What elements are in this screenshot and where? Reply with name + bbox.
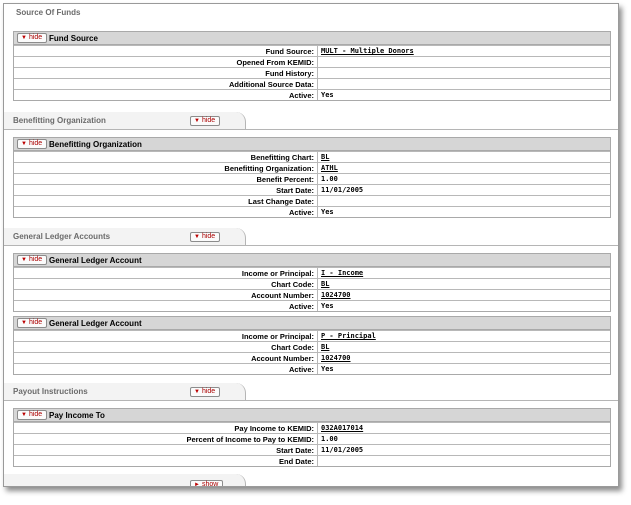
- general-ledger-accounts-tab: General Ledger Accounts ▼ hide: [4, 228, 618, 246]
- table-row: Chart Code: BL: [14, 278, 610, 290]
- table-row: Benefit Percent: 1.00: [14, 173, 610, 185]
- benefitting-organization-title: Benefitting Organization: [13, 116, 106, 125]
- income-principal-link[interactable]: P - Principal: [317, 330, 610, 342]
- benefitting-tab-hide-button[interactable]: ▼ hide: [190, 116, 221, 126]
- triangle-down-icon: ▼: [194, 118, 200, 124]
- account-number-link[interactable]: 1024700: [317, 352, 610, 364]
- pay-income-kemid-link[interactable]: 032A017014: [317, 422, 610, 434]
- table-row: Percent of Income to Pay to KEMID: 1.00: [14, 433, 610, 445]
- triangle-right-icon: ►: [194, 482, 200, 487]
- table-row: Chart Code: BL: [14, 341, 610, 353]
- next-section-tab: ► show: [4, 474, 618, 487]
- triangle-down-icon: ▼: [194, 389, 200, 395]
- gl-account-2-title: General Ledger Account: [49, 319, 142, 328]
- payout-tab-hide-button[interactable]: ▼ hide: [190, 387, 221, 397]
- triangle-down-icon: ▼: [21, 412, 27, 418]
- table-row: Start Date: 11/01/2005: [14, 184, 610, 196]
- fund-source-panel: ▼ hide Fund Source Fund Source: MULT - Mul…: [13, 31, 611, 101]
- payout-instructions-title: Payout Instructions: [13, 387, 88, 396]
- table-row: Active: Yes: [14, 363, 610, 374]
- gl-account-panel-1: ▼ hide General Ledger Account Income or P…: [13, 253, 611, 312]
- gl-tab-hide-button[interactable]: ▼ hide: [190, 232, 221, 242]
- pay-income-hide-button[interactable]: ▼ hide: [17, 410, 48, 420]
- benefitting-organization-tab: Benefitting Organization ▼ hide: [4, 112, 618, 130]
- benefitting-organization-link[interactable]: ATHL: [317, 162, 610, 174]
- table-row: Active: Yes: [14, 300, 610, 311]
- table-row: Income or Principal: P - Principal: [14, 330, 610, 342]
- chart-code-link[interactable]: BL: [317, 278, 610, 290]
- payout-instructions-tab: Payout Instructions ▼ hide: [4, 383, 618, 401]
- income-principal-link[interactable]: I - Income: [317, 267, 610, 279]
- benefitting-chart-link[interactable]: BL: [317, 151, 610, 163]
- chart-code-link[interactable]: BL: [317, 341, 610, 353]
- table-row: Account Number: 1024700: [14, 289, 610, 301]
- table-row: End Date:: [14, 455, 610, 466]
- table-row: Opened From KEMID:: [14, 56, 610, 68]
- table-row: Fund Source: MULT - Multiple Donors: [14, 45, 610, 57]
- source-of-funds-tab: Source Of Funds: [4, 4, 618, 22]
- table-row: Account Number: 1024700: [14, 352, 610, 364]
- table-row: Benefitting Chart: BL: [14, 151, 610, 163]
- table-row: Benefitting Organization: ATHL: [14, 162, 610, 174]
- general-ledger-accounts-title: General Ledger Accounts: [13, 232, 111, 241]
- table-row: Fund History:: [14, 67, 610, 79]
- table-row: Additional Source Data:: [14, 78, 610, 90]
- gl-account-1-title: General Ledger Account: [49, 256, 142, 265]
- triangle-down-icon: ▼: [21, 257, 27, 263]
- pay-income-to-panel: ▼ hide Pay Income To Pay Income to KEMID:…: [13, 408, 611, 467]
- table-row: Active: Yes: [14, 206, 610, 217]
- benefitting-organization-panel: ▼ hide Benefitting Organization Benefitti…: [13, 137, 611, 218]
- source-of-funds-title: Source Of Funds: [16, 8, 81, 17]
- triangle-down-icon: ▼: [21, 320, 27, 326]
- triangle-down-icon: ▼: [21, 141, 27, 147]
- table-row: Pay Income to KEMID: 032A017014: [14, 422, 610, 434]
- benefitting-panel-title: Benefitting Organization: [49, 140, 142, 149]
- table-row: Start Date: 11/01/2005: [14, 444, 610, 456]
- table-row: Active: Yes: [14, 89, 610, 100]
- fund-source-hide-button[interactable]: ▼ hide: [17, 33, 48, 43]
- show-button[interactable]: ► show: [190, 480, 224, 487]
- gl-account-panel-2: ▼ hide General Ledger Account Income or P…: [13, 316, 611, 375]
- fund-source-link[interactable]: MULT - Multiple Donors: [317, 45, 610, 57]
- fund-source-table: Fund Source: MULT - Multiple Donors Opene…: [14, 45, 610, 100]
- document-page: Source Of Funds ▼ hide Fund Source Fund S…: [3, 3, 619, 487]
- triangle-down-icon: ▼: [21, 35, 27, 41]
- gl-account-1-hide-button[interactable]: ▼ hide: [17, 255, 48, 265]
- benefitting-panel-hide-button[interactable]: ▼ hide: [17, 139, 48, 149]
- account-number-link[interactable]: 1024700: [317, 289, 610, 301]
- gl-account-2-hide-button[interactable]: ▼ hide: [17, 318, 48, 328]
- triangle-down-icon: ▼: [194, 234, 200, 240]
- table-row: Income or Principal: I - Income: [14, 267, 610, 279]
- pay-income-panel-title: Pay Income To: [49, 411, 105, 420]
- table-row: Last Change Date:: [14, 195, 610, 207]
- fund-source-header: ▼ hide Fund Source: [14, 32, 610, 45]
- fund-source-panel-title: Fund Source: [49, 34, 98, 43]
